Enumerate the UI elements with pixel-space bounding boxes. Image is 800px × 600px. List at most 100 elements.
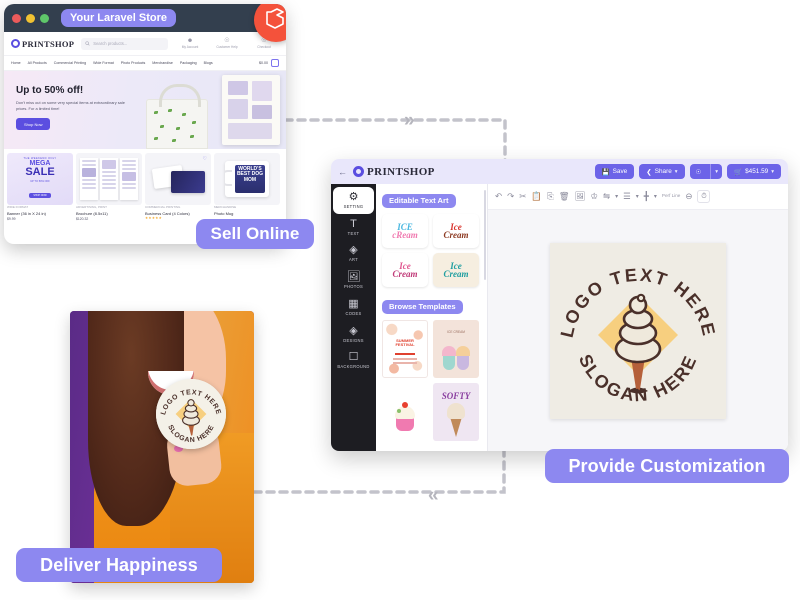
cart-total-label: $451.59 bbox=[745, 168, 769, 175]
delete-button[interactable]: 🗑 bbox=[559, 192, 570, 201]
hero-title: Up to 50% off! bbox=[16, 85, 84, 96]
share-button[interactable]: ❮ Share ▾ bbox=[639, 164, 685, 179]
redo-button[interactable]: ↷ bbox=[507, 192, 514, 201]
product-category: ADVERTISING, PRINT bbox=[76, 205, 107, 209]
hero-subtitle: Don't miss out on some very special item… bbox=[16, 100, 125, 112]
arrow-left-icon[interactable]: ← bbox=[338, 167, 347, 177]
nav-item-merchandise[interactable]: Merchandise bbox=[152, 61, 173, 65]
nav-item-photo-products[interactable]: Photo Products bbox=[121, 61, 146, 65]
product-card[interactable]: ADVERTISING, PRINT Brochure (8.5x11) $12… bbox=[76, 153, 142, 221]
shop-now-button[interactable]: Shop Now bbox=[16, 118, 51, 131]
chevron-down-icon[interactable]: ▾ bbox=[615, 194, 618, 200]
text-art-tile[interactable]: Ice Cream bbox=[433, 253, 479, 287]
nav-item-wide-format[interactable]: Wide Format bbox=[93, 61, 114, 65]
ring-icon bbox=[11, 39, 20, 48]
store-action-my-account[interactable]: ☻ My Account bbox=[175, 38, 205, 49]
template-tile[interactable]: SUMMER FESTIVAL bbox=[382, 320, 428, 378]
image-frame-button[interactable]: 🖼 bbox=[575, 192, 586, 201]
nav-item-packaging[interactable]: Packaging bbox=[180, 61, 197, 65]
search-input[interactable]: Search products... bbox=[81, 37, 168, 50]
sidebar-item-label: PHOTOS bbox=[343, 284, 363, 290]
editor-body: ⚙ SETTING T TEXT ◈ ART 🖼 PHOTOS ▦ CODES … bbox=[331, 184, 788, 451]
store-action-customer-help[interactable]: ☉ Customer Help bbox=[212, 38, 242, 49]
flip-button[interactable]: ⇋ bbox=[603, 192, 610, 201]
sidebar-item-text[interactable]: T TEXT bbox=[333, 214, 374, 241]
save-button[interactable]: 💾 Save bbox=[594, 164, 635, 179]
cart-button[interactable]: 🛒 $451.59 ▾ bbox=[727, 164, 781, 179]
sidebar-item-designs[interactable]: ◈ DESIGNS bbox=[333, 321, 374, 348]
window-maximize-dot[interactable] bbox=[40, 13, 49, 23]
ice-cream-cone-logo: LOGO TEXT HERE SLOGAN HERE bbox=[557, 264, 718, 405]
product-category: COMMERCIAL PRINTING bbox=[145, 205, 181, 209]
ring-icon bbox=[353, 166, 364, 177]
product-card[interactable]: ♡ COMMERCIAL PRINTING Business Card (4 C… bbox=[145, 153, 211, 221]
nav-item-blogs[interactable]: Blogs bbox=[204, 61, 213, 65]
cart-icon: 🛒 bbox=[734, 168, 743, 176]
minus-circle-icon[interactable]: ⊖ bbox=[685, 192, 692, 201]
nav-item-commercial-printing[interactable]: Commercial Printing bbox=[54, 61, 86, 65]
editor-toolbar: ↶ ↷ ✂ 📋 ⎘ 🗑 🖼 ♔ ⇋ ▾ ☰ ▾ ╋ ▾ Perf Line ⊖ ⏱ bbox=[488, 184, 788, 210]
search-icon bbox=[85, 41, 90, 46]
paste-button[interactable]: ⎘ bbox=[547, 192, 554, 201]
nav-item-home[interactable]: Home bbox=[11, 61, 21, 65]
hero-text: Up to 50% off! Don't miss out on some ve… bbox=[16, 85, 136, 131]
label-provide-customization: Provide Customization bbox=[545, 449, 789, 483]
template-tile[interactable]: ICE CREAM bbox=[433, 320, 479, 378]
template-tile[interactable] bbox=[382, 383, 428, 441]
design-canvas[interactable]: LOGO TEXT HERE SLOGAN HERE bbox=[550, 242, 726, 419]
chevron-down-icon: ▾ bbox=[771, 168, 774, 175]
product-card[interactable]: THE WEEKEND ONLY MEGA SALE UP TO 50% OFF… bbox=[7, 153, 73, 221]
editor-logo[interactable]: PRINTSHOP bbox=[353, 166, 435, 178]
window-minimize-dot[interactable] bbox=[26, 13, 35, 23]
history-clock-icon[interactable]: ⏱ bbox=[697, 190, 711, 203]
shapes-icon: ◈ bbox=[349, 244, 358, 257]
text-art-grid: ICE cReam Ice Cream Ice Cream Ice Cream bbox=[382, 214, 481, 287]
store-logo[interactable]: PRINTSHOP bbox=[11, 39, 74, 49]
sidebar-item-label: SETTING bbox=[343, 204, 364, 209]
text-art-tile[interactable]: ICE cReam bbox=[382, 214, 428, 248]
text-art-tile[interactable]: Ice Cream bbox=[382, 253, 428, 287]
photo-collage-card bbox=[222, 75, 280, 145]
nav-cart[interactable]: $0.00 bbox=[259, 59, 279, 67]
editor-logo-text: PRINTSHOP bbox=[367, 165, 435, 178]
chevron-down-icon[interactable]: ▾ bbox=[636, 194, 639, 200]
sidebar-item-photos[interactable]: 🖼 PHOTOS bbox=[333, 267, 374, 294]
chevron-down-icon: ▾ bbox=[710, 164, 722, 179]
sidebar-item-setting[interactable]: ⚙ SETTING bbox=[333, 187, 374, 214]
sidebar-item-background[interactable]: ☐ BACKGROUND bbox=[333, 347, 374, 374]
user-circle-icon: ☉ bbox=[695, 168, 702, 176]
product-name: Brochure (8.5x11) bbox=[76, 210, 108, 216]
store-logo-text: PRINTSHOP bbox=[22, 38, 75, 49]
cut-button[interactable]: ✂ bbox=[519, 192, 526, 201]
copy-button[interactable]: 📋 bbox=[531, 192, 542, 201]
text-t-icon: T bbox=[350, 217, 357, 230]
product-price: $120.32 bbox=[76, 216, 89, 221]
distribute-button[interactable]: ╋ bbox=[644, 192, 649, 201]
window-close-dot[interactable] bbox=[12, 13, 21, 23]
store-action-label: My Account bbox=[181, 45, 199, 49]
tile-line2: Cream bbox=[392, 269, 418, 279]
sidebar-item-label: TEXT bbox=[347, 230, 360, 236]
account-button[interactable]: ☉ ▾ bbox=[689, 164, 723, 179]
product-meta: WIDE FORMAT Banner (36 in X 24 in) $9.99 bbox=[7, 205, 73, 221]
favorite-icon[interactable]: ♡ bbox=[203, 156, 207, 162]
sidebar-item-art[interactable]: ◈ ART bbox=[333, 240, 374, 267]
background-icon: ☐ bbox=[348, 351, 359, 364]
save-label: Save bbox=[612, 168, 628, 175]
template-title: SOFTY bbox=[441, 391, 471, 401]
nav-item-all-products[interactable]: All Products bbox=[28, 61, 47, 65]
chevron-down-icon[interactable]: ▾ bbox=[654, 194, 657, 200]
sidebar-item-codes[interactable]: ▦ CODES bbox=[333, 294, 374, 321]
product-card[interactable]: WORLD'S BEST DOG MOM MERCHANDISE Photo M… bbox=[214, 153, 280, 221]
template-tile[interactable]: SOFTY bbox=[433, 383, 479, 441]
text-art-tile[interactable]: Ice Cream bbox=[433, 214, 479, 248]
align-button[interactable]: ☰ bbox=[623, 192, 631, 201]
store-action-label: Customer Help bbox=[216, 45, 238, 49]
premium-button[interactable]: ♔ bbox=[590, 192, 598, 201]
undo-button[interactable]: ↶ bbox=[495, 192, 502, 201]
window-titlebar: Your Laravel Store bbox=[4, 4, 286, 42]
perf-line-label[interactable]: Perf Line bbox=[662, 193, 680, 199]
canvas-stage: » « Your Laravel Store PRINTSHOP Search … bbox=[0, 0, 800, 600]
tile-line2: cReam bbox=[392, 230, 418, 240]
panel-scrollbar[interactable] bbox=[484, 190, 486, 280]
